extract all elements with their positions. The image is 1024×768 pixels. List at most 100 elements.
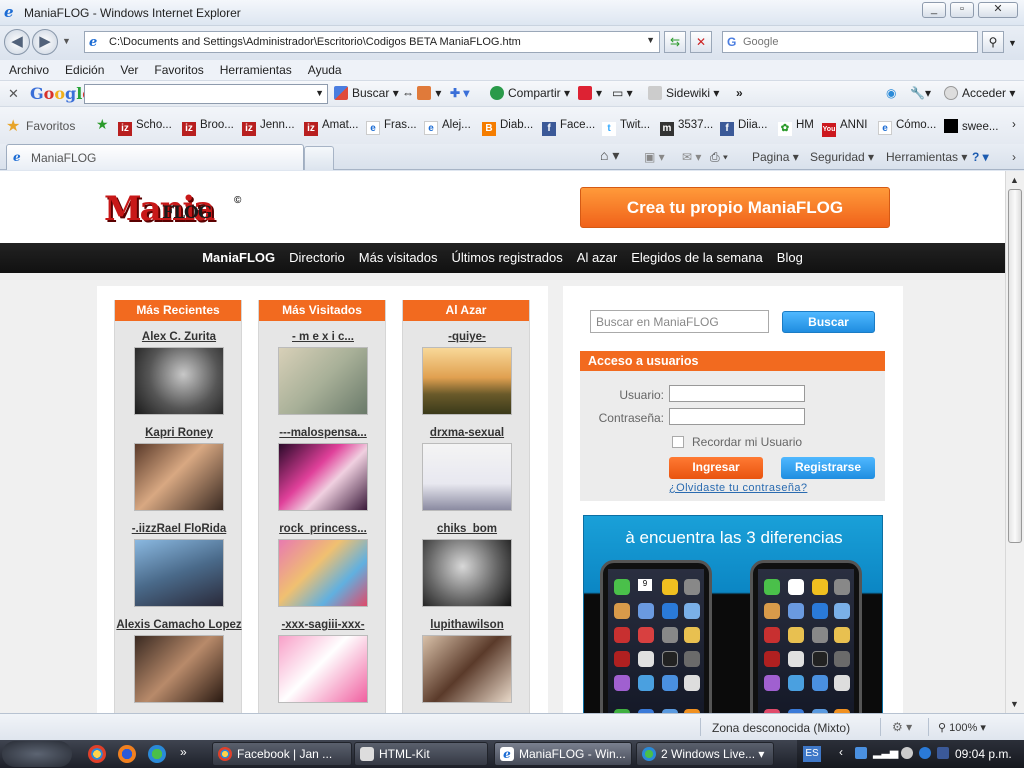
user-photo[interactable] <box>422 443 512 511</box>
new-tab-button[interactable] <box>304 146 334 170</box>
signal-icon[interactable]: ▂▃▅ <box>873 746 898 759</box>
user-card[interactable]: -.iizzRael FloRida <box>115 523 243 607</box>
menu-favoritos[interactable]: Favoritos <box>145 60 210 77</box>
language-indicator[interactable]: ES <box>803 746 821 762</box>
fav-item[interactable]: iz Scho... <box>118 119 172 136</box>
user-photo[interactable] <box>278 635 368 703</box>
user-card[interactable]: Kapri Roney <box>115 427 243 511</box>
print-icon[interactable]: ⎙ ▾ <box>710 150 728 165</box>
username-link[interactable]: Alexis Camacho Lopez <box>115 619 243 632</box>
remember-user-option[interactable]: Recordar mi Usuario <box>672 435 802 449</box>
clock[interactable]: 09:04 p.m. <box>955 747 1012 761</box>
taskbar-button-maniaflog[interactable]: e ManiaFLOG - Win... <box>494 742 632 766</box>
chrome-icon[interactable] <box>88 745 106 763</box>
compartir-button[interactable]: Compartir ▾ <box>490 86 570 100</box>
acceder-button[interactable]: Acceder ▾ <box>944 86 1015 100</box>
quicklaunch-more-icon[interactable]: » <box>180 745 187 759</box>
username-field[interactable] <box>669 385 805 402</box>
user-card[interactable]: - m e x i c... <box>259 331 387 415</box>
remember-checkbox[interactable] <box>672 436 684 448</box>
close-toolbar-icon[interactable]: ✕ <box>8 86 19 102</box>
google-toolbar-input[interactable]: ▼ <box>84 84 328 104</box>
search-input[interactable] <box>743 34 973 50</box>
chevron-right-icon[interactable]: › <box>1012 119 1016 131</box>
fav-item[interactable]: m 3537... <box>660 119 713 136</box>
start-button[interactable] <box>2 741 72 767</box>
fav-item[interactable]: You ANNI <box>822 119 867 137</box>
wifi-icon[interactable]: ◉ <box>886 86 896 100</box>
user-photo[interactable] <box>134 539 224 607</box>
site-search-button[interactable]: Buscar <box>782 311 875 333</box>
advertisement-banner[interactable]: à encuentra las 3 diferencias 9 <box>583 515 883 713</box>
google-buscar-button[interactable]: Buscar ▾ <box>334 86 399 100</box>
scroll-down-icon[interactable]: ▼ <box>1010 699 1019 709</box>
user-card[interactable]: -quiye- <box>403 331 531 415</box>
user-card[interactable]: Alex C. Zurita <box>115 331 243 415</box>
fav-item[interactable]: f Diia... <box>720 119 767 136</box>
username-link[interactable]: ---malospensa... <box>259 427 387 440</box>
fav-item[interactable]: ✿ HM <box>778 119 814 136</box>
scroll-up-icon[interactable]: ▲ <box>1010 175 1019 185</box>
help-icon[interactable]: ? ▾ <box>972 150 989 164</box>
password-field[interactable] <box>669 408 805 425</box>
more-commands-icon[interactable]: › <box>1012 150 1016 164</box>
search-options-icon[interactable]: ▼ <box>1008 38 1017 48</box>
tab-maniaflog[interactable]: e ManiaFLOG <box>6 144 304 170</box>
username-link[interactable]: Alex C. Zurita <box>115 331 243 344</box>
nav-directorio[interactable]: Directorio <box>282 243 352 272</box>
register-button[interactable]: Registrarse <box>781 457 875 479</box>
back-button[interactable]: ◀ <box>4 29 30 55</box>
menu-ayuda[interactable]: Ayuda <box>299 60 349 77</box>
add-favorite-icon[interactable]: ★ <box>96 116 109 133</box>
volume-icon[interactable] <box>901 747 913 759</box>
user-photo[interactable] <box>422 539 512 607</box>
menu-herramientas[interactable]: Herramientas <box>211 60 299 77</box>
translate-icon[interactable]: ▾ <box>578 86 602 100</box>
username-link[interactable]: -.iizzRael FloRida <box>115 523 243 536</box>
user-photo[interactable] <box>134 635 224 703</box>
taskbar-button-htmlkit[interactable]: HTML-Kit <box>354 742 488 766</box>
page-scrollbar[interactable]: ▲ ▼ <box>1005 171 1024 713</box>
fav-item[interactable]: e Alej... <box>424 119 471 135</box>
forward-button[interactable]: ▶ <box>32 29 58 55</box>
user-card[interactable]: ---malospensa... <box>259 427 387 511</box>
stop-icon[interactable]: ✕ <box>690 31 712 53</box>
nav-blog[interactable]: Blog <box>770 243 810 272</box>
user-card[interactable]: -xxx-sagiii-xxx- <box>259 619 387 703</box>
refresh-icon[interactable]: ⇆ <box>664 31 686 53</box>
user-card[interactable]: Alexis Camacho Lopez <box>115 619 243 703</box>
forgot-password-link[interactable]: ¿Olvidaste tu contraseña? <box>669 482 807 494</box>
more-tools-icon[interactable]: » <box>736 86 743 100</box>
menu-archivo[interactable]: Archivo <box>0 60 56 77</box>
menu-ver[interactable]: Ver <box>111 60 145 77</box>
address-dropdown-icon[interactable]: ▼ <box>646 35 655 45</box>
username-link[interactable]: - m e x i c... <box>259 331 387 344</box>
taskbar-button-windows-live[interactable]: 2 Windows Live... ▾ <box>636 742 774 766</box>
menu-edicion[interactable]: Edición <box>56 60 111 77</box>
home-icon[interactable]: ⌂ ▾ <box>600 147 619 164</box>
user-card[interactable]: chiks_bom <box>403 523 531 607</box>
herramientas-menu[interactable]: Herramientas ▾ <box>886 150 967 164</box>
user-photo[interactable] <box>422 347 512 415</box>
sidewiki-button[interactable]: Sidewiki ▾ <box>648 86 719 100</box>
user-card[interactable]: lupithawilson <box>403 619 531 703</box>
taskbar-button-facebook[interactable]: Facebook | Jan ... <box>212 742 352 766</box>
username-link[interactable]: -xxx-sagiii-xxx- <box>259 619 387 632</box>
messenger-icon[interactable] <box>148 745 166 763</box>
close-window-button[interactable]: ✕ <box>978 2 1018 18</box>
tray-expand-icon[interactable]: ‹ <box>839 745 843 759</box>
seguridad-menu[interactable]: Seguridad ▾ <box>810 150 874 164</box>
nav-al-azar[interactable]: Al azar <box>570 243 624 272</box>
nav-mas-visitados[interactable]: Más visitados <box>352 243 445 272</box>
user-photo[interactable] <box>422 635 512 703</box>
username-link[interactable]: Kapri Roney <box>115 427 243 440</box>
create-maniaflog-button[interactable]: Crea tu propio ManiaFLOG <box>580 187 890 228</box>
fav-item[interactable]: iz Amat... <box>304 119 358 136</box>
user-card[interactable]: rock_princess... <box>259 523 387 607</box>
bookmark-icon[interactable]: ⇔ ▾ <box>402 86 441 100</box>
site-search-input[interactable]: Buscar en ManiaFLOG <box>590 310 769 333</box>
user-photo[interactable] <box>134 347 224 415</box>
protected-mode-icon[interactable]: ⚙ ▾ <box>892 720 912 734</box>
network-icon[interactable] <box>855 747 867 759</box>
user-photo[interactable] <box>134 443 224 511</box>
